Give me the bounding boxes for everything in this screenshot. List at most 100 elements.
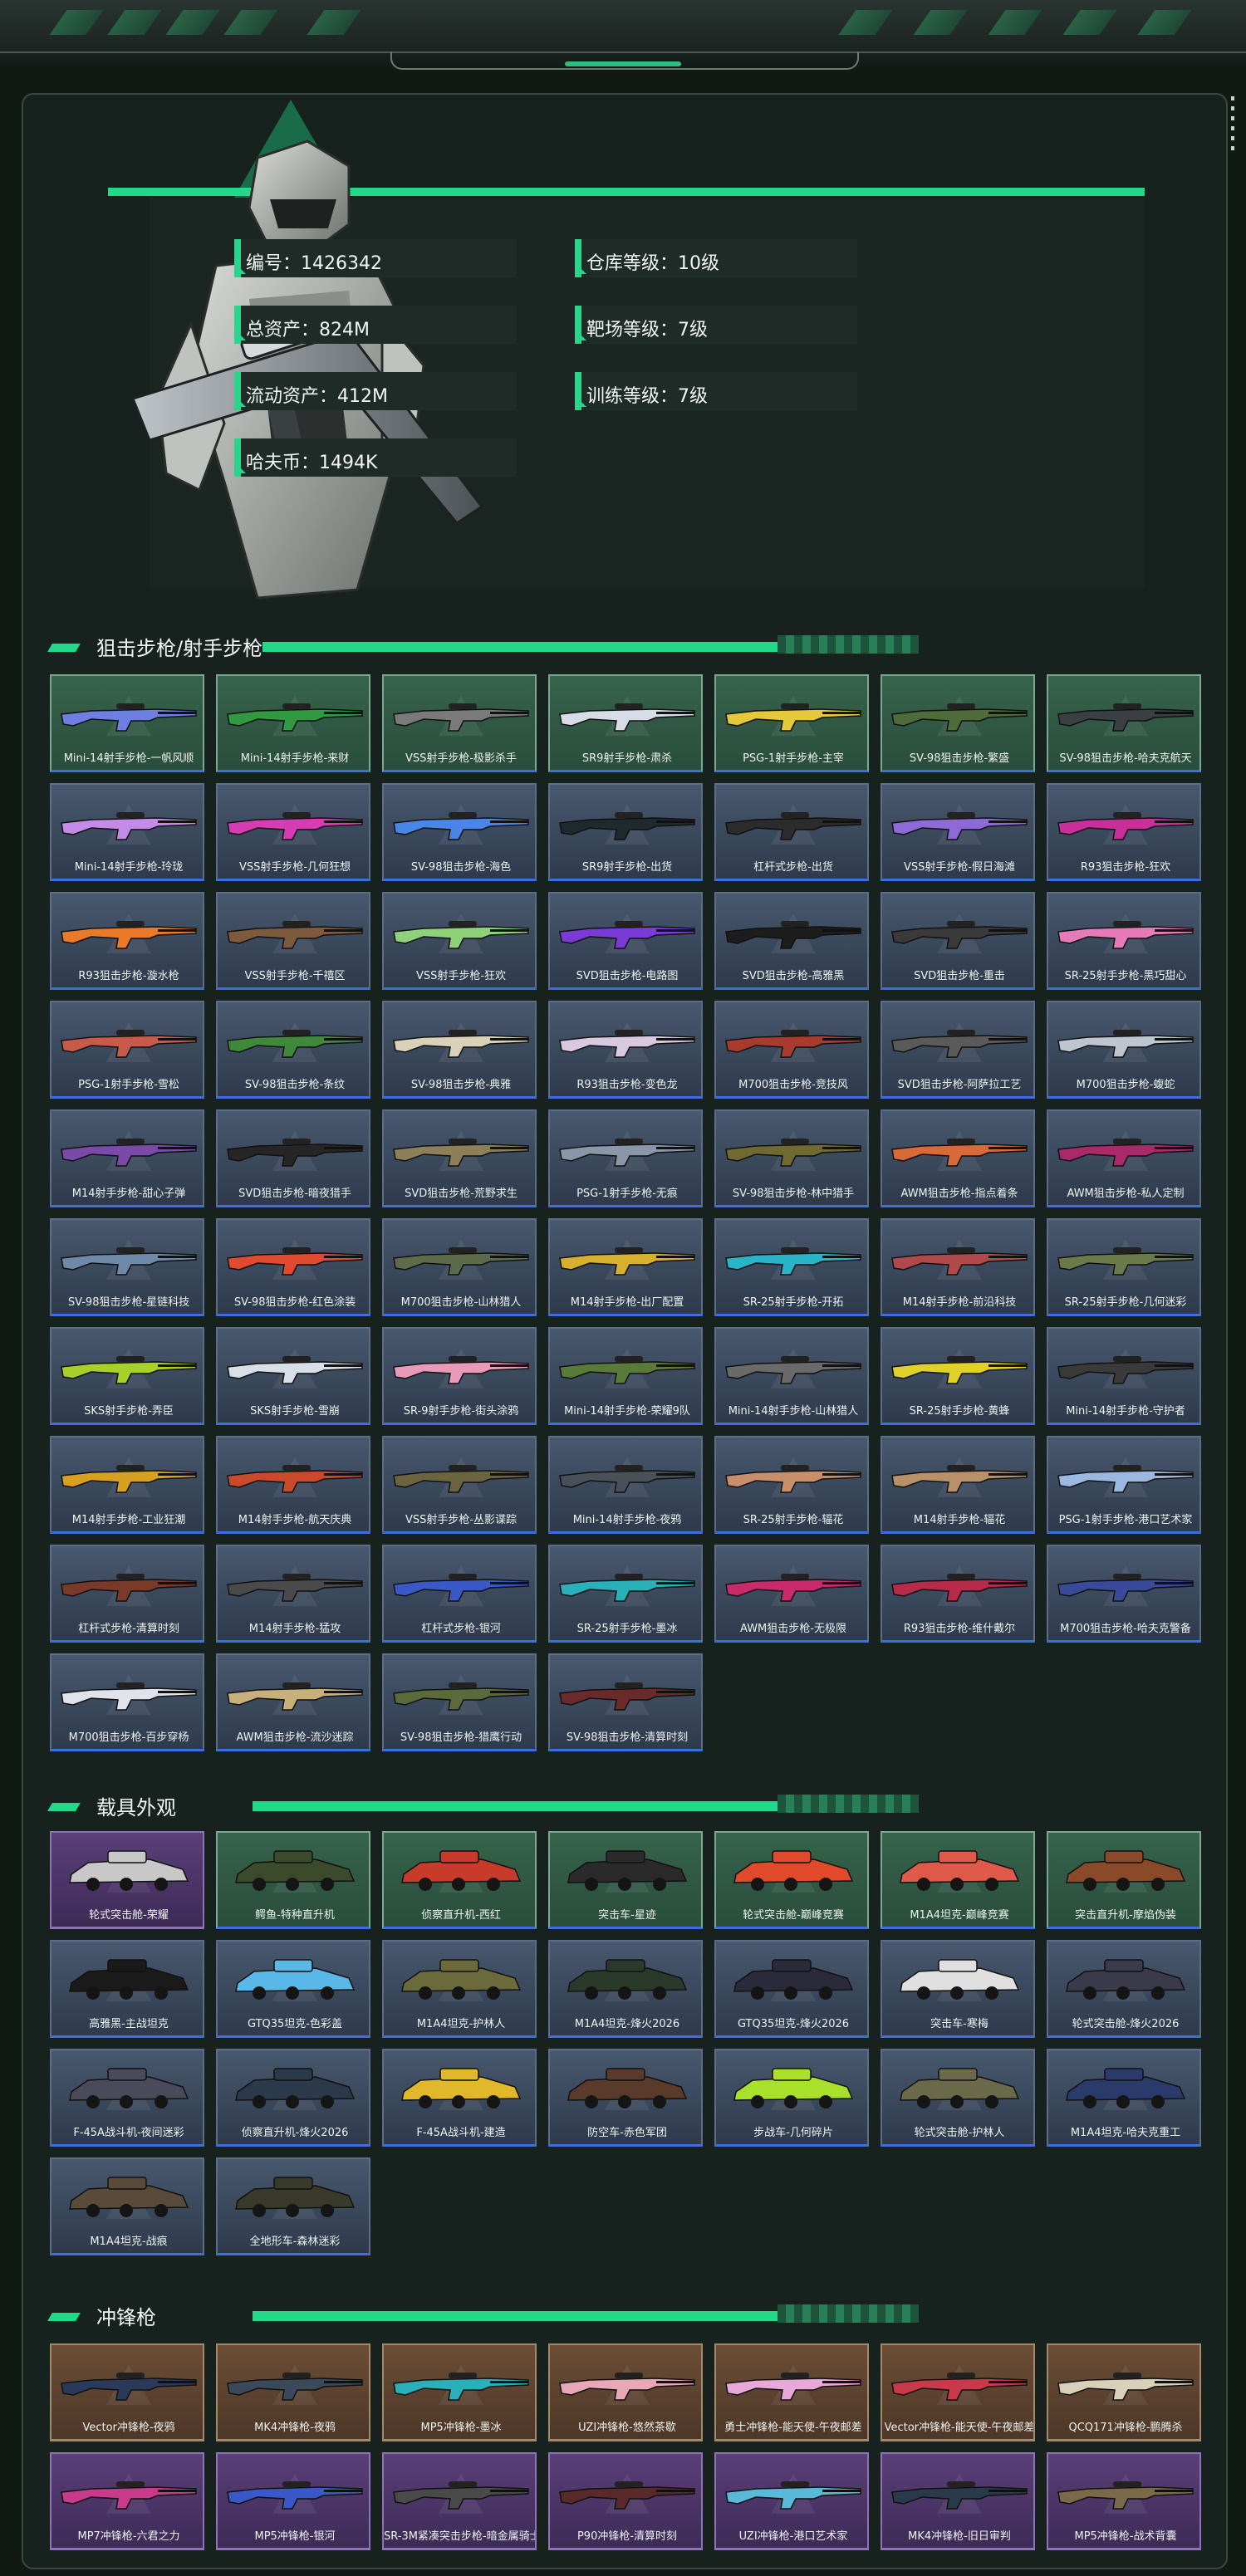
weapon-skin-card[interactable]: SR-9射手步枪-街头涂鸦: [382, 1327, 537, 1425]
weapon-skin-card[interactable]: SR-25射手步枪-黑巧甜心: [1047, 892, 1201, 990]
weapon-skin-card[interactable]: Vector冲锋枪-夜鸦: [50, 2343, 204, 2441]
vehicle-skin-card[interactable]: 步战车-几何碎片: [714, 2049, 869, 2147]
weapon-skin-card[interactable]: M14射手步枪-甜心子弹: [50, 1109, 204, 1207]
vehicle-skin-card[interactable]: M1A4坦克-烽火2026: [548, 1940, 703, 2038]
weapon-skin-card[interactable]: R93狙击步枪-漩水枪: [50, 892, 204, 990]
vehicle-skin-card[interactable]: 高雅黑-主战坦克: [50, 1940, 204, 2038]
weapon-skin-card[interactable]: SKS射手步枪-弄臣: [50, 1327, 204, 1425]
vehicle-skin-card[interactable]: 轮式突击舱-荣耀: [50, 1831, 204, 1929]
weapon-skin-card[interactable]: VSS射手步枪-狂欢: [382, 892, 537, 990]
weapon-skin-card[interactable]: PSG-1射手步枪-主宰: [714, 674, 869, 772]
weapon-skin-card[interactable]: SV-98狙击步枪-海色: [382, 783, 537, 881]
weapon-skin-card[interactable]: M14射手步枪-航天庆典: [216, 1436, 370, 1534]
weapon-skin-card[interactable]: MP5冲锋枪-墨冰: [382, 2343, 537, 2441]
weapon-skin-card[interactable]: Mini-14射手步枪-夜鸦: [548, 1436, 703, 1534]
weapon-skin-card[interactable]: PSG-1射手步枪-雪松: [50, 1001, 204, 1099]
weapon-skin-card[interactable]: PSG-1射手步枪-港口艺术家: [1047, 1436, 1201, 1534]
weapon-skin-card[interactable]: MP5冲锋枪-战术背囊: [1047, 2452, 1201, 2550]
weapon-skin-card[interactable]: Mini-14射手步枪-一帆风顺: [50, 674, 204, 772]
vehicle-skin-card[interactable]: 轮式突击舱-烽火2026: [1047, 1940, 1201, 2038]
weapon-skin-card[interactable]: R93狙击步枪-狂欢: [1047, 783, 1201, 881]
weapon-skin-card[interactable]: 杠杆式步枪-清算时刻: [50, 1545, 204, 1643]
weapon-skin-card[interactable]: VSS射手步枪-千禧区: [216, 892, 370, 990]
weapon-skin-card[interactable]: SKS射手步枪-雪崩: [216, 1327, 370, 1425]
weapon-skin-card[interactable]: VSS射手步枪-假日海滩: [881, 783, 1035, 881]
weapon-skin-card[interactable]: SV-98狙击步枪-清算时刻: [548, 1653, 703, 1751]
weapon-skin-card[interactable]: Vector冲锋枪-能天使-午夜邮差: [881, 2343, 1035, 2441]
weapon-skin-card[interactable]: QCQ171冲锋枪-鹏腾杀: [1047, 2343, 1201, 2441]
vehicle-skin-card[interactable]: 轮式突击舱-巅峰竞赛: [714, 1831, 869, 1929]
weapon-skin-card[interactable]: M14射手步枪-工业狂潮: [50, 1436, 204, 1534]
weapon-skin-card[interactable]: M700狙击步枪-山林猎人: [382, 1218, 537, 1316]
weapon-skin-card[interactable]: AWM狙击步枪-流沙迷踪: [216, 1653, 370, 1751]
vehicle-skin-card[interactable]: GTQ35坦克-烽火2026: [714, 1940, 869, 2038]
weapon-skin-card[interactable]: SR9射手步枪-出货: [548, 783, 703, 881]
vehicle-skin-card[interactable]: 侦察直升机-烽火2026: [216, 2049, 370, 2147]
weapon-skin-card[interactable]: Mini-14射手步枪-守护者: [1047, 1327, 1201, 1425]
weapon-skin-card[interactable]: SR-3M紧凑突击步枪-暗金属骑士: [382, 2452, 537, 2550]
weapon-skin-card[interactable]: MK4冲锋枪-夜鸦: [216, 2343, 370, 2441]
weapon-skin-card[interactable]: M700狙击步枪-竞技风: [714, 1001, 869, 1099]
vehicle-skin-card[interactable]: 突击直升机-摩焰伪装: [1047, 1831, 1201, 1929]
weapon-skin-card[interactable]: M14射手步枪-猛攻: [216, 1545, 370, 1643]
vehicle-skin-card[interactable]: 防空车-赤色军团: [548, 2049, 703, 2147]
vehicle-skin-card[interactable]: 突击车-寒梅: [881, 1940, 1035, 2038]
weapon-skin-card[interactable]: MP5冲锋枪-银河: [216, 2452, 370, 2550]
weapon-skin-card[interactable]: R93狙击步枪-变色龙: [548, 1001, 703, 1099]
weapon-skin-card[interactable]: M14射手步枪-辐花: [881, 1436, 1035, 1534]
weapon-skin-card[interactable]: P90冲锋枪-清算时刻: [548, 2452, 703, 2550]
weapon-skin-card[interactable]: SR9射手步枪-肃杀: [548, 674, 703, 772]
weapon-skin-card[interactable]: M14射手步枪-出厂配置: [548, 1218, 703, 1316]
vehicle-skin-card[interactable]: M1A4坦克-巅峰竞赛: [881, 1831, 1035, 1929]
weapon-skin-card[interactable]: SV-98狙击步枪-条纹: [216, 1001, 370, 1099]
vehicle-skin-card[interactable]: 突击车-星迹: [548, 1831, 703, 1929]
weapon-skin-card[interactable]: VSS射手步枪-丛影谍踪: [382, 1436, 537, 1534]
weapon-skin-card[interactable]: 勇士冲锋枪-能天使-午夜邮差: [714, 2343, 869, 2441]
weapon-skin-card[interactable]: SV-98狙击步枪-典雅: [382, 1001, 537, 1099]
weapon-skin-card[interactable]: AWM狙击步枪-无极限: [714, 1545, 869, 1643]
weapon-skin-card[interactable]: UZI冲锋枪-港口艺术家: [714, 2452, 869, 2550]
vehicle-skin-card[interactable]: M1A4坦克-哈夫克重工: [1047, 2049, 1201, 2147]
vehicle-skin-card[interactable]: 侦察直升机-西红: [382, 1831, 537, 1929]
weapon-skin-card[interactable]: SV-98狙击步枪-星链科技: [50, 1218, 204, 1316]
weapon-skin-card[interactable]: SR-25射手步枪-辐花: [714, 1436, 869, 1534]
weapon-skin-card[interactable]: SV-98狙击步枪-红色涂装: [216, 1218, 370, 1316]
weapon-skin-card[interactable]: SR-25射手步枪-墨冰: [548, 1545, 703, 1643]
weapon-skin-card[interactable]: SVD狙击步枪-荒野求生: [382, 1109, 537, 1207]
weapon-skin-card[interactable]: MK4冲锋枪-旧日审判: [881, 2452, 1035, 2550]
weapon-skin-card[interactable]: SVD狙击步枪-暗夜猎手: [216, 1109, 370, 1207]
vehicle-skin-card[interactable]: 鳄鱼-特种直升机: [216, 1831, 370, 1929]
weapon-skin-card[interactable]: SVD狙击步枪-阿萨拉工艺: [881, 1001, 1035, 1099]
weapon-skin-card[interactable]: M14射手步枪-前沿科技: [881, 1218, 1035, 1316]
weapon-skin-card[interactable]: PSG-1射手步枪-无痕: [548, 1109, 703, 1207]
vehicle-skin-card[interactable]: GTQ35坦克-色彩盖: [216, 1940, 370, 2038]
weapon-skin-card[interactable]: M700狙击步枪-蝮蛇: [1047, 1001, 1201, 1099]
weapon-skin-card[interactable]: M700狙击步枪-哈夫克警备: [1047, 1545, 1201, 1643]
weapon-skin-card[interactable]: SR-25射手步枪-开拓: [714, 1218, 869, 1316]
vehicle-skin-card[interactable]: F-45A战斗机-夜间迷彩: [50, 2049, 204, 2147]
weapon-skin-card[interactable]: SV-98狙击步枪-繁盛: [881, 674, 1035, 772]
vehicle-skin-card[interactable]: M1A4坦克-战痕: [50, 2157, 204, 2255]
vehicle-skin-card[interactable]: 轮式突击舱-护林人: [881, 2049, 1035, 2147]
weapon-skin-card[interactable]: SVD狙击步枪-重击: [881, 892, 1035, 990]
weapon-skin-card[interactable]: MP7冲锋枪-六君之力: [50, 2452, 204, 2550]
vehicle-skin-card[interactable]: F-45A战斗机-建造: [382, 2049, 537, 2147]
weapon-skin-card[interactable]: SV-98狙击步枪-猎鹰行动: [382, 1653, 537, 1751]
vehicle-skin-card[interactable]: 全地形车-森林迷彩: [216, 2157, 370, 2255]
weapon-skin-card[interactable]: SVD狙击步枪-电路图: [548, 892, 703, 990]
weapon-skin-card[interactable]: SVD狙击步枪-高雅黑: [714, 892, 869, 990]
weapon-skin-card[interactable]: AWM狙击步枪-私人定制: [1047, 1109, 1201, 1207]
weapon-skin-card[interactable]: 杠杆式步枪-出货: [714, 783, 869, 881]
weapon-skin-card[interactable]: SR-25射手步枪-黄蜂: [881, 1327, 1035, 1425]
vehicle-skin-card[interactable]: M1A4坦克-护林人: [382, 1940, 537, 2038]
weapon-skin-card[interactable]: M700狙击步枪-百步穿杨: [50, 1653, 204, 1751]
weapon-skin-card[interactable]: VSS射手步枪-几何狂想: [216, 783, 370, 881]
weapon-skin-card[interactable]: UZI冲锋枪-悠然茶歇: [548, 2343, 703, 2441]
weapon-skin-card[interactable]: SV-98狙击步枪-哈夫克航天: [1047, 674, 1201, 772]
weapon-skin-card[interactable]: AWM狙击步枪-指点着条: [881, 1109, 1035, 1207]
weapon-skin-card[interactable]: Mini-14射手步枪-荣耀9队: [548, 1327, 703, 1425]
weapon-skin-card[interactable]: R93狙击步枪-维什戴尔: [881, 1545, 1035, 1643]
weapon-skin-card[interactable]: Mini-14射手步枪-玲珑: [50, 783, 204, 881]
weapon-skin-card[interactable]: SR-25射手步枪-几何迷彩: [1047, 1218, 1201, 1316]
weapon-skin-card[interactable]: SV-98狙击步枪-林中猎手: [714, 1109, 869, 1207]
